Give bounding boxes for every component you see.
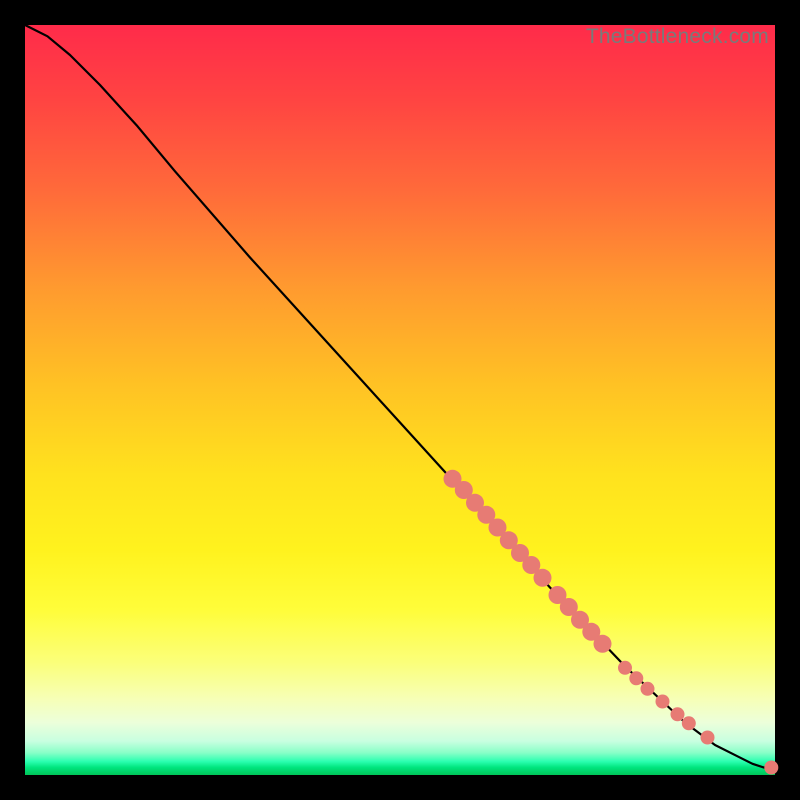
data-point	[534, 569, 552, 587]
scatter-markers	[444, 470, 779, 775]
data-point	[656, 695, 670, 709]
data-point	[764, 761, 778, 775]
chart-plot-area: TheBottleneck.com	[25, 25, 775, 775]
curve-line	[25, 25, 775, 768]
data-point	[618, 661, 632, 675]
data-point	[671, 707, 685, 721]
data-point	[701, 731, 715, 745]
data-point	[641, 682, 655, 696]
data-point	[629, 671, 643, 685]
chart-svg	[25, 25, 775, 775]
data-point	[682, 716, 696, 730]
data-point	[594, 635, 612, 653]
